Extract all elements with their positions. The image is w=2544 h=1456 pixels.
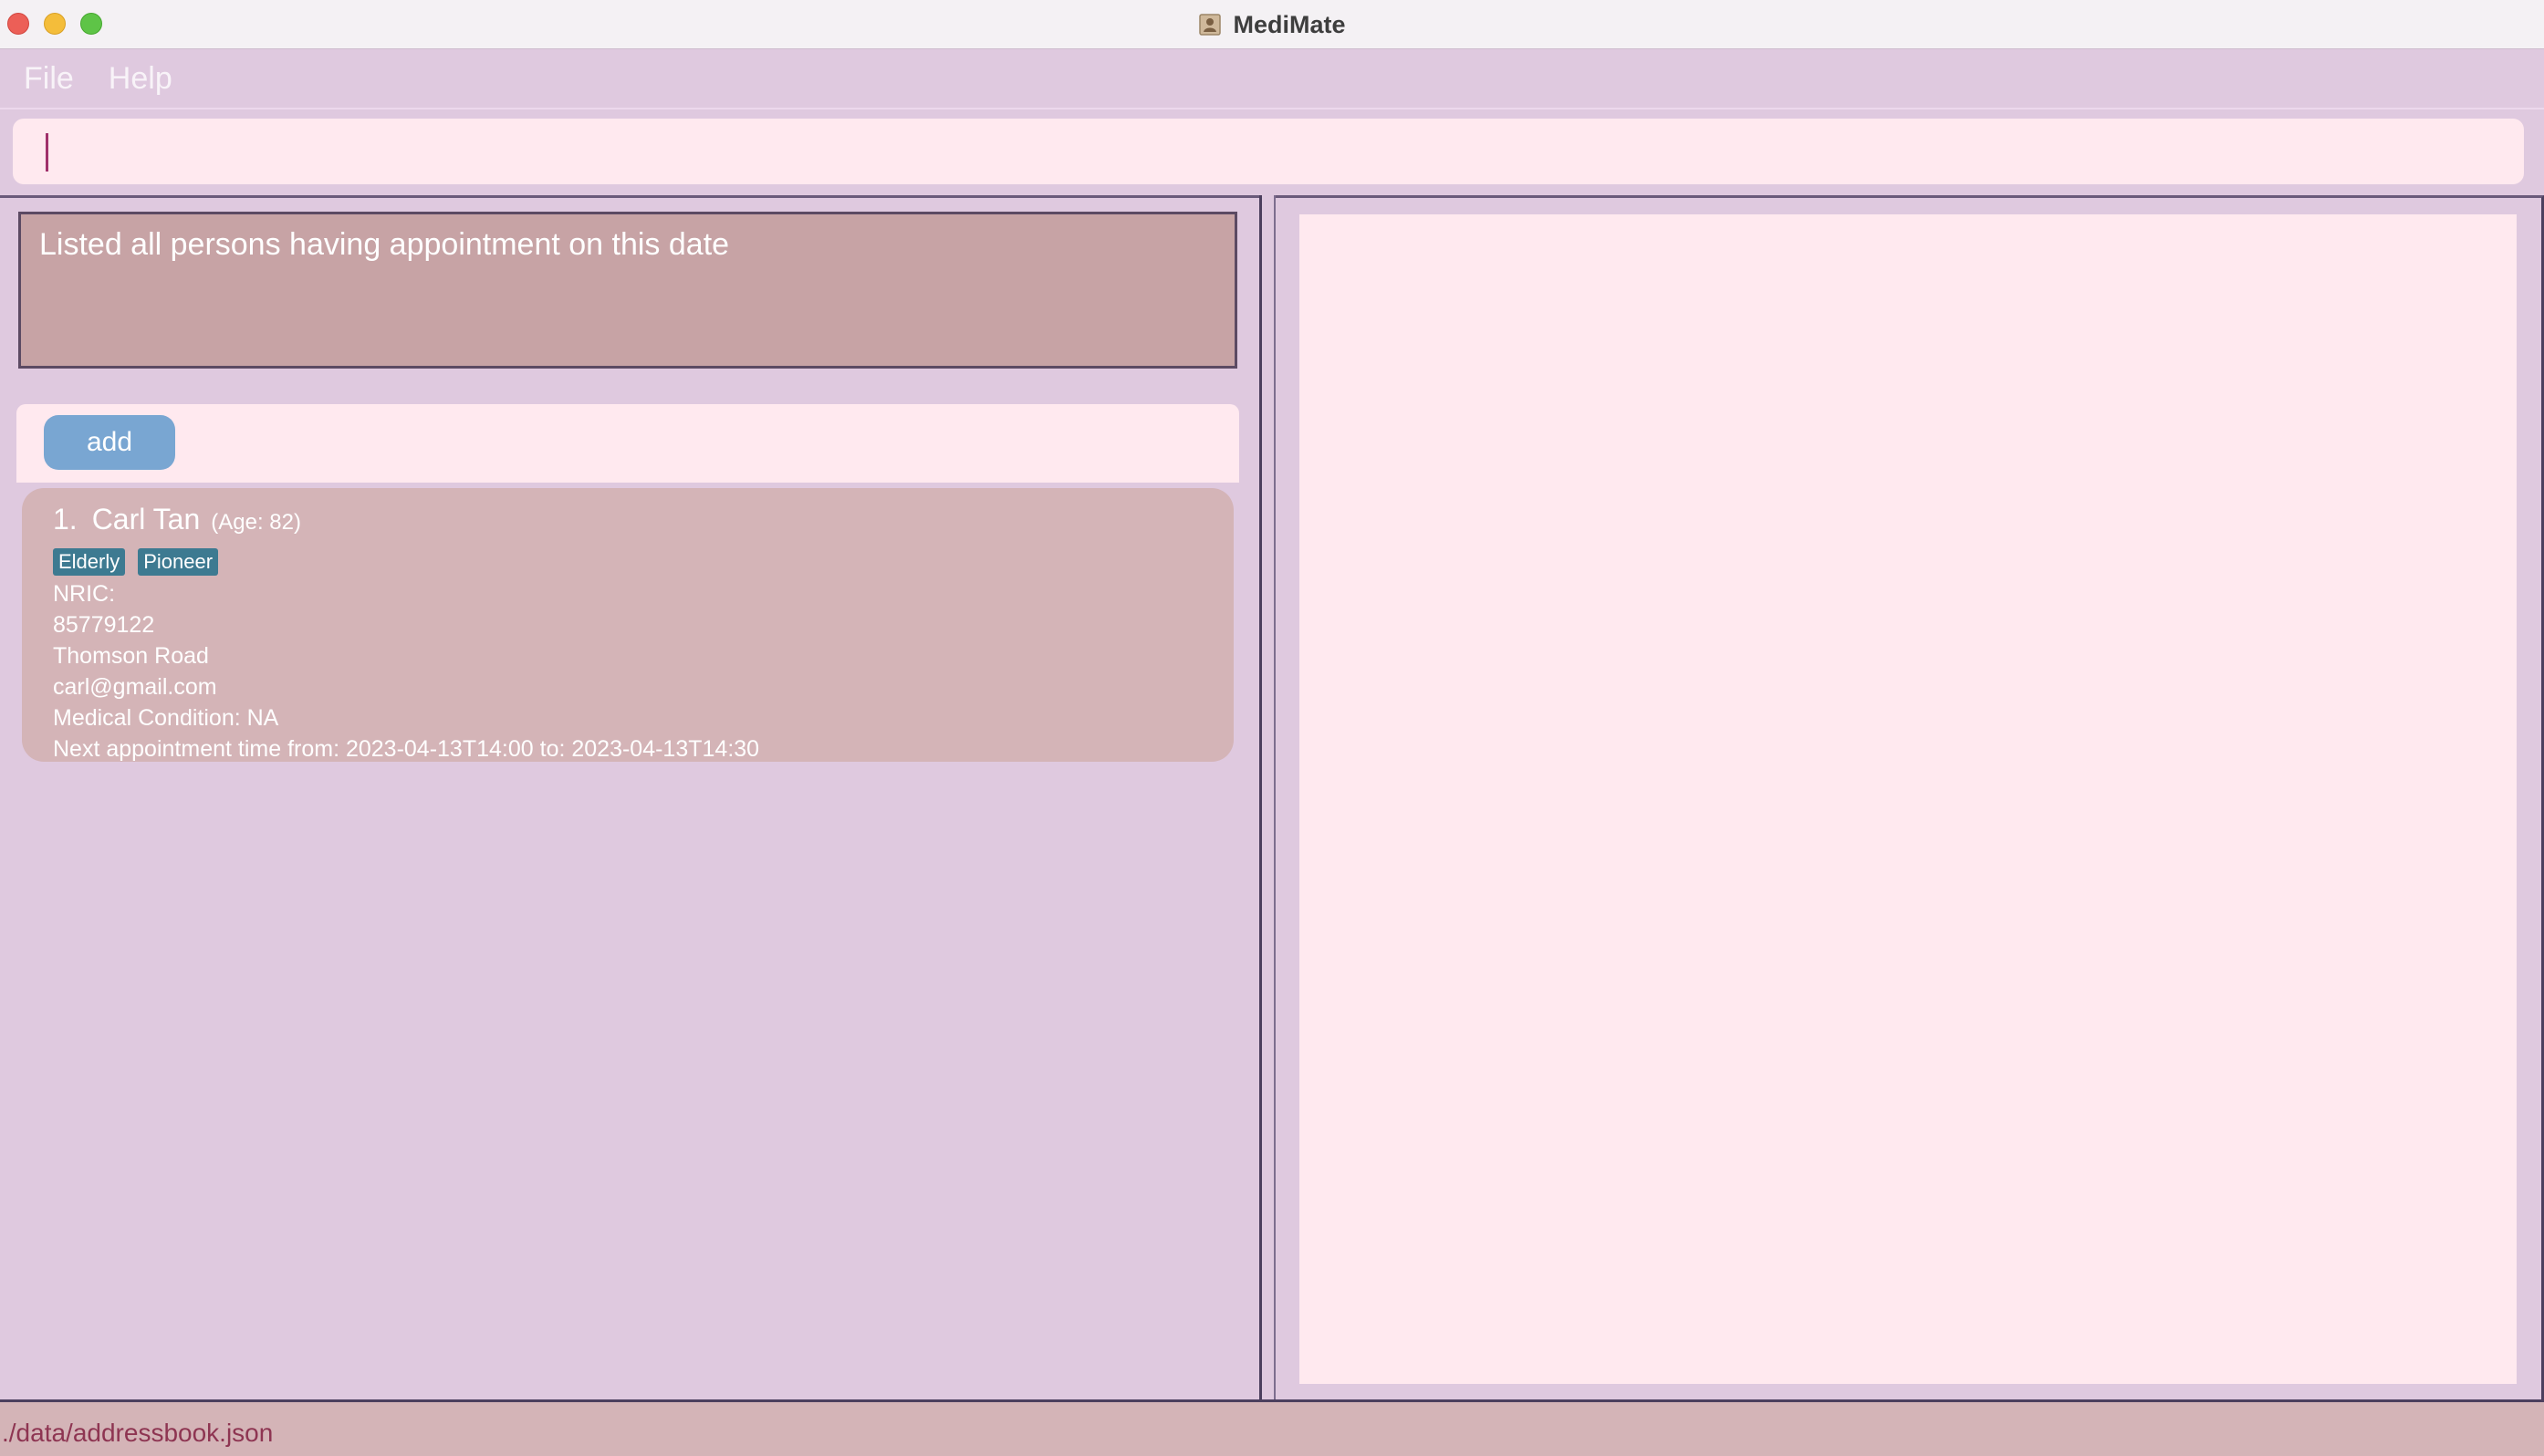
menu-help[interactable]: Help bbox=[109, 61, 172, 97]
person-email: carl@gmail.com bbox=[53, 674, 217, 700]
add-button[interactable]: add bbox=[44, 415, 175, 470]
status-bar: ./data/addressbook.json bbox=[0, 1399, 2544, 1456]
window-title-group: MediMate bbox=[0, 0, 2544, 49]
person-address: Thomson Road bbox=[53, 643, 209, 669]
save-location: ./data/addressbook.json bbox=[2, 1419, 274, 1447]
person-index: 1. bbox=[53, 503, 78, 536]
title-bar: MediMate bbox=[0, 0, 2544, 49]
command-input[interactable] bbox=[13, 119, 2524, 184]
person-list-toolbar: add bbox=[16, 404, 1239, 483]
person-nric: NRIC: bbox=[53, 581, 116, 607]
person-tags: Elderly Pioneer bbox=[53, 548, 219, 576]
address-book-icon bbox=[1198, 13, 1222, 36]
result-display: Listed all persons having appointment on… bbox=[18, 212, 1237, 369]
menu-file[interactable]: File bbox=[24, 61, 74, 97]
person-name: Carl Tan bbox=[91, 503, 201, 536]
window-title: MediMate bbox=[1233, 10, 1346, 38]
person-card[interactable]: 1. Carl Tan (Age: 82) Elderly Pioneer NR… bbox=[22, 488, 1234, 762]
person-medical-condition: Medical Condition: NA bbox=[53, 705, 279, 731]
person-age: (Age: 82) bbox=[211, 510, 301, 535]
person-name-line: 1. Carl Tan (Age: 82) bbox=[53, 503, 301, 536]
tag-pioneer: Pioneer bbox=[138, 548, 219, 576]
split-pane-divider[interactable] bbox=[1259, 195, 1276, 1399]
left-pane: Listed all persons having appointment on… bbox=[0, 195, 1259, 1399]
command-box[interactable] bbox=[13, 119, 2524, 184]
menu-bar: File Help bbox=[0, 49, 2544, 109]
person-appointment: Next appointment time from: 2023-04-13T1… bbox=[53, 736, 760, 762]
person-phone: 85779122 bbox=[53, 612, 155, 638]
text-caret bbox=[46, 133, 48, 172]
result-message: Listed all persons having appointment on… bbox=[39, 227, 730, 262]
tag-elderly: Elderly bbox=[53, 548, 126, 576]
detail-panel bbox=[1299, 214, 2517, 1384]
right-pane bbox=[1276, 195, 2544, 1399]
